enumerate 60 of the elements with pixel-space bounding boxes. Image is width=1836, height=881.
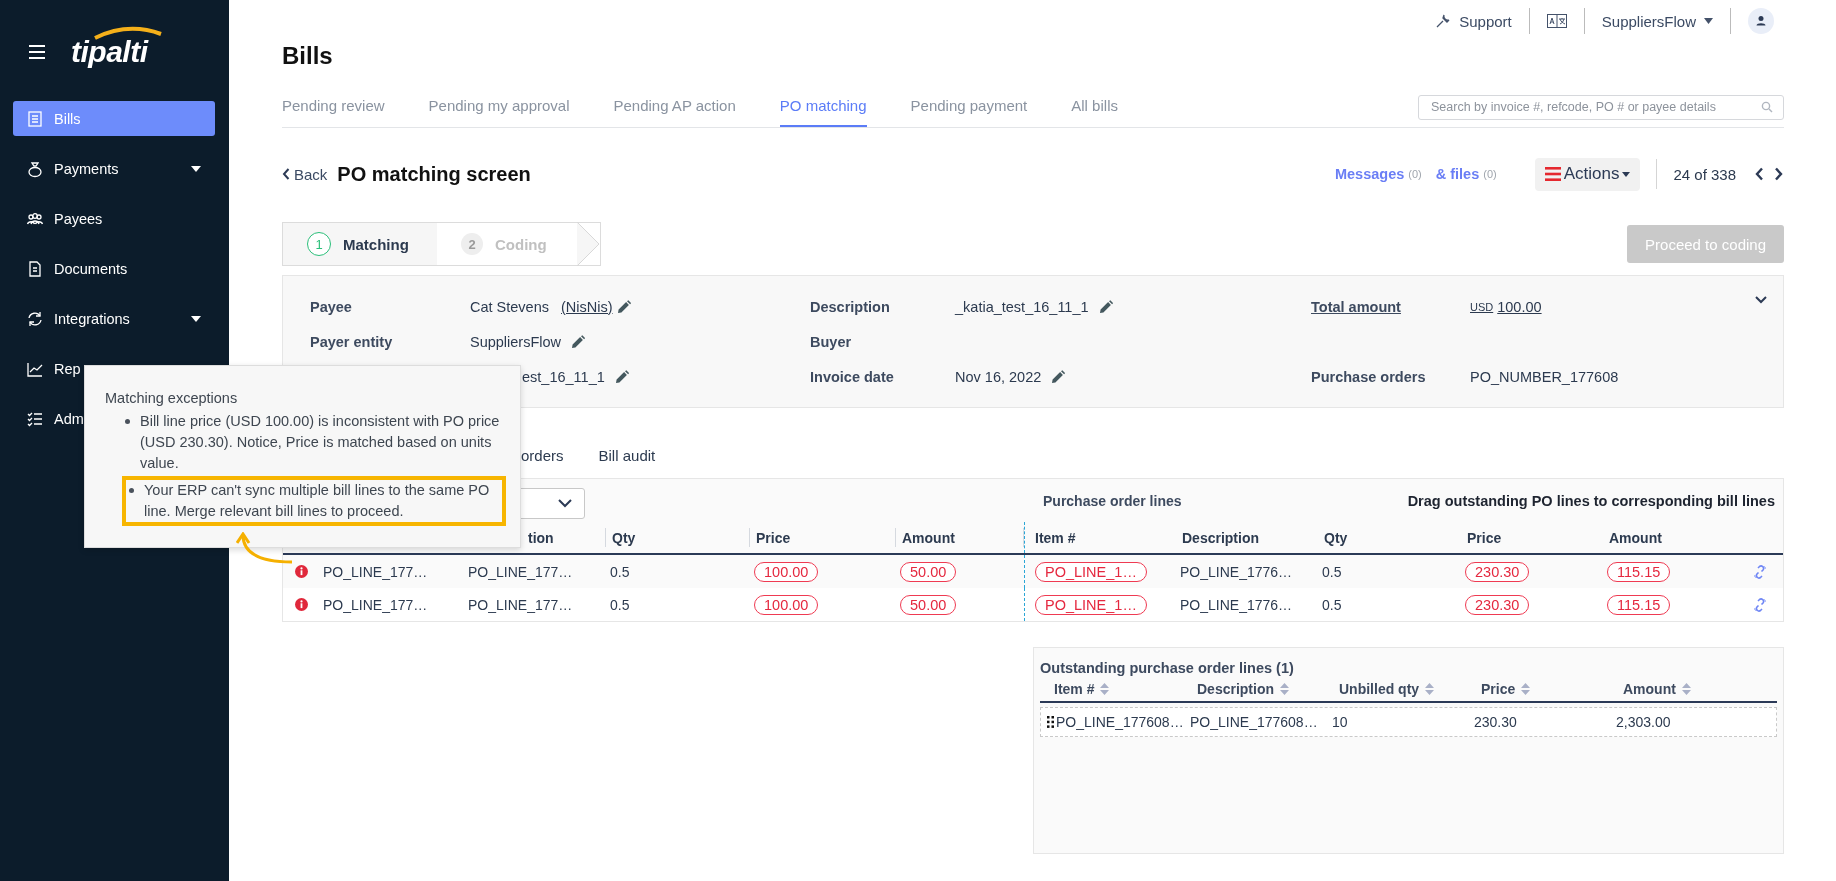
table-cell: 0.5: [610, 563, 630, 580]
field-value: SuppliersFlow: [470, 333, 562, 350]
tooltip-title: Matching exceptions: [105, 389, 239, 408]
column-header: Qty: [1323, 528, 1349, 548]
field-label: Buyer: [810, 333, 853, 350]
field-label: Total amount: [1311, 298, 1402, 315]
column-header: Price: [1466, 528, 1503, 548]
field-value: Nov 16, 2022: [955, 368, 1042, 385]
field-value: Cat Stevens: [470, 298, 549, 315]
field-value: est_16_11_1: [522, 368, 605, 385]
table-cell: PO_LINE_177…: [468, 596, 573, 613]
table-cell: 0.5: [1322, 596, 1342, 613]
table-cell: PO_LINE_177608…: [1056, 714, 1184, 730]
table-cell: 115.15: [1607, 594, 1671, 615]
column-header: Item #: [1024, 522, 1176, 553]
column-header: Price: [750, 528, 896, 547]
field-value: _katia_test_16_11_1: [955, 298, 1089, 315]
files-count: (0): [1483, 168, 1497, 180]
table-cell: PO_LINE_1…: [1035, 594, 1147, 615]
field-label: Description: [810, 298, 891, 315]
table-cell: 230.30: [1474, 714, 1517, 730]
currency-code: USD: [1470, 300, 1494, 313]
table-cell: 0.5: [610, 596, 630, 613]
bullet-text: Bill line price (USD 100.00) is inconsistent with PO price (USD 230.30). Notice, Price is matched based on units value.: [105, 411, 506, 474]
screen-title: PO matching screen: [337, 162, 531, 186]
table-cell: PO_LINE_177608…: [1190, 714, 1318, 730]
logo: tipalti: [71, 35, 148, 68]
column-header: Description: [1181, 528, 1260, 548]
table-cell: 2,303.00: [1616, 714, 1671, 730]
field-value: 100.00: [1497, 298, 1542, 315]
field-label: Purchase orders: [1311, 368, 1427, 385]
table-cell: PO_LINE_1776…: [1180, 596, 1293, 613]
column-header: Amount: [1608, 528, 1663, 548]
section-title: Purchase order lines: [1043, 492, 1182, 509]
table-cell: 230.30: [1465, 594, 1530, 615]
highlighted-bullet: Your ERP can't sync multiple bill lines to the same PO line. Merge relevant bill lines to proceed.: [122, 476, 506, 526]
table-cell: PO_LINE_177…: [323, 563, 428, 580]
messages-count: (0): [1408, 168, 1422, 180]
table-cell: 0.5: [1322, 563, 1342, 580]
field-label: Payee: [310, 298, 353, 315]
table-cell: 100.00: [754, 594, 819, 615]
table-cell: 115.15: [1607, 561, 1671, 582]
table-cell: PO_LINE_177…: [468, 563, 573, 580]
table-cell: 10: [1332, 714, 1348, 730]
hint-text: Drag outstanding PO lines to corresponding bill lines: [1407, 492, 1775, 509]
table-cell: PO_LINE_1…: [1035, 561, 1147, 582]
table-cell: 50.00: [900, 594, 957, 615]
page-title: Bills: [282, 41, 334, 71]
column-header: Amount: [896, 528, 1024, 547]
table-cell: PO_LINE_177…: [323, 596, 428, 613]
table-cell: 230.30: [1465, 561, 1530, 582]
field-label: Invoice date: [810, 368, 895, 385]
section-title: Outstanding purchase order lines (1): [1040, 660, 1295, 676]
field-value: PO_NUMBER_177608: [1470, 368, 1619, 385]
table-cell: 50.00: [900, 561, 957, 582]
pager-text: 24 of 338: [1673, 165, 1736, 183]
table-cell: PO_LINE_1776…: [1180, 563, 1293, 580]
table-cell: 100.00: [754, 561, 819, 582]
field-label: Payer entity: [310, 333, 394, 350]
column-header: Qty: [606, 528, 750, 547]
